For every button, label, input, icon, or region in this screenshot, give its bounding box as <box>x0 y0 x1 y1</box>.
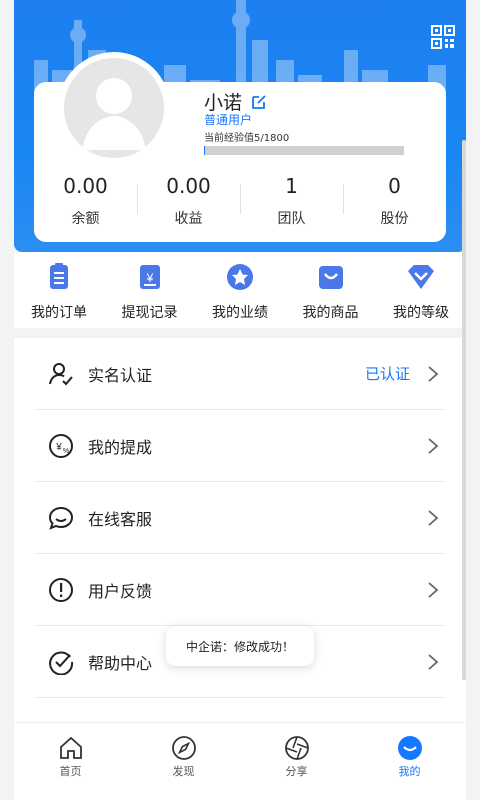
experience-progress-fill <box>204 146 205 155</box>
bottom-tab-bar: 首页 发现 分享 我的 <box>14 722 466 800</box>
quick-action-performance[interactable]: 我的业绩 <box>195 262 285 328</box>
profile-icon <box>397 736 422 760</box>
verification-status: 已认证 <box>364 365 410 383</box>
home-icon <box>59 736 82 759</box>
tab-discover[interactable]: 发现 <box>127 723 240 800</box>
quick-action-orders[interactable]: 我的订单 <box>14 262 104 328</box>
quick-action-label: 我的业绩 <box>212 305 268 321</box>
experience-progress-bar <box>204 146 404 155</box>
quick-action-withdrawals[interactable]: ¥ 提现记录 <box>105 262 195 328</box>
svg-text:¥: ¥ <box>145 271 153 285</box>
tab-profile[interactable]: 我的 <box>353 723 466 800</box>
default-avatar-icon <box>82 78 146 150</box>
svg-text:%: % <box>63 448 69 455</box>
stat-label: 股份 <box>380 211 409 227</box>
quick-action-label: 我的商品 <box>302 305 359 321</box>
user-check-icon <box>49 362 73 385</box>
user-level: 普通用户 <box>204 113 253 127</box>
quick-action-level[interactable]: 我的等级 <box>376 262 466 328</box>
order-icon <box>50 263 68 289</box>
quick-action-label: 提现记录 <box>121 305 178 321</box>
tab-share[interactable]: 分享 <box>240 723 353 800</box>
chevron-right-icon <box>428 509 439 526</box>
tab-label: 分享 <box>285 765 308 778</box>
edit-icon[interactable] <box>250 93 268 111</box>
tab-label: 首页 <box>59 765 82 778</box>
bag-icon <box>318 266 343 289</box>
experience-label: 当前经验值5/1800 <box>204 133 290 144</box>
stat-balance[interactable]: 0.00 余额 <box>34 170 137 234</box>
tab-label: 我的 <box>398 765 421 778</box>
menu-item-feedback[interactable]: 用户反馈 <box>34 554 446 626</box>
alert-icon <box>49 577 73 602</box>
stat-label: 余额 <box>71 211 100 227</box>
stat-value: 0.00 <box>63 174 108 198</box>
menu-item-verification[interactable]: 实名认证 已认证 <box>34 338 446 410</box>
quick-actions: 我的订单 ¥ 提现记录 我的业绩 我的商品 我的等级 <box>14 252 466 328</box>
menu-item-label: 我的提成 <box>88 437 153 457</box>
withdraw-icon: ¥ <box>139 265 160 289</box>
quick-action-products[interactable]: 我的商品 <box>286 262 376 328</box>
qr-code-icon[interactable] <box>430 24 456 50</box>
quick-action-label: 我的等级 <box>393 305 449 321</box>
chevron-right-icon <box>428 653 439 670</box>
tab-home[interactable]: 首页 <box>14 723 127 800</box>
compass-icon <box>171 736 196 760</box>
menu-item-label: 用户反馈 <box>88 581 153 601</box>
stat-earnings[interactable]: 0.00 收益 <box>137 170 240 234</box>
quick-action-label: 我的订单 <box>31 305 87 321</box>
stat-value: 0 <box>388 174 401 198</box>
profile-page: 小诺 普通用户 当前经验值5/1800 0.00 余额 0.00 收益 1 团队… <box>0 0 480 800</box>
chevron-right-icon <box>428 365 439 382</box>
menu-item-label: 实名认证 <box>88 365 153 385</box>
commission-icon: ¥ % <box>49 433 73 458</box>
stat-label: 收益 <box>174 211 203 227</box>
stat-shares[interactable]: 0 股份 <box>343 170 446 234</box>
chat-icon <box>48 506 74 530</box>
diamond-icon <box>408 265 434 289</box>
stats-row: 0.00 余额 0.00 收益 1 团队 0 股份 <box>34 170 446 234</box>
menu-item-label: 在线客服 <box>88 509 153 529</box>
menu-item-customer-service[interactable]: 在线客服 <box>34 482 446 554</box>
stat-value: 0.00 <box>166 174 211 198</box>
svg-text:¥: ¥ <box>55 442 62 453</box>
check-circle-icon <box>49 650 74 675</box>
stat-label: 团队 <box>277 211 306 227</box>
menu-item-commission[interactable]: ¥ % 我的提成 <box>34 410 446 482</box>
chevron-right-icon <box>428 437 439 454</box>
share-icon <box>284 736 309 760</box>
scrollbar[interactable] <box>462 140 466 680</box>
star-badge-icon <box>227 264 253 290</box>
tab-label: 发现 <box>172 765 195 778</box>
menu-item-label: 帮助中心 <box>88 653 153 673</box>
stat-team[interactable]: 1 团队 <box>240 170 343 234</box>
chevron-right-icon <box>428 581 439 598</box>
stat-value: 1 <box>285 174 298 198</box>
toast-message: 中企诺：修改成功！ <box>166 626 314 666</box>
avatar[interactable] <box>58 52 170 164</box>
